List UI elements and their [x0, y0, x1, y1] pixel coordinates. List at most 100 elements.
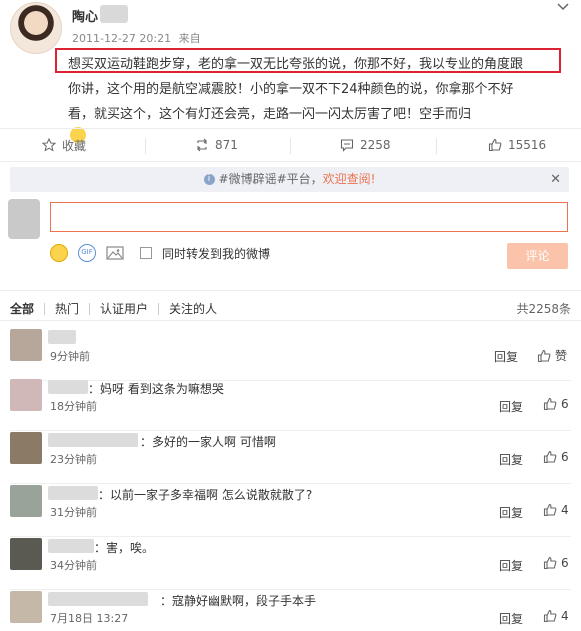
blurred-username [48, 433, 138, 447]
comment-like-count: 4 [561, 609, 569, 623]
commenter-avatar[interactable] [10, 432, 42, 464]
comment-text: ：害，唉。 [94, 541, 155, 555]
comment-text: ：妈呀 看到这条为嘛想哭 [88, 382, 224, 396]
blurred-username [48, 486, 98, 500]
thumbs-up-icon [543, 397, 557, 411]
comment-text: ：以前一家子多幸福啊 怎么说散就散了? [98, 488, 313, 502]
commenter-avatar[interactable] [10, 329, 42, 361]
gif-icon[interactable]: GIF [78, 244, 96, 262]
favorite-button[interactable]: 收藏 [42, 130, 86, 160]
star-icon [42, 138, 56, 152]
thumbs-up-icon [543, 450, 557, 464]
comment-time: 18分钟前 [50, 400, 97, 413]
comment-like-button[interactable]: 6 [543, 450, 569, 464]
tab-hot[interactable]: 热门 [45, 300, 89, 317]
divider [436, 138, 437, 154]
blurred-username [48, 330, 76, 344]
comment-like-button[interactable]: 6 [543, 397, 569, 411]
comment-like-count: 6 [561, 397, 569, 411]
reply-button[interactable]: 回复 [494, 348, 518, 365]
tab-following[interactable]: 关注的人 [159, 300, 227, 317]
divider [0, 161, 581, 162]
divider [290, 138, 291, 154]
author-avatar[interactable] [10, 2, 62, 54]
post-timestamp[interactable]: 2011-12-27 20:21 [72, 32, 171, 45]
comment-text: ：寇静好幽默啊，段子手本手 [160, 594, 317, 608]
comment-like-button[interactable]: 6 [543, 556, 569, 570]
divider [0, 290, 581, 291]
comment-like-button[interactable]: 4 [543, 609, 569, 623]
post-source-prefix: 来自 [178, 32, 201, 45]
reply-button[interactable]: 回复 [499, 451, 523, 468]
thumbs-up-icon [543, 503, 557, 517]
blurred-username [48, 539, 94, 553]
comment-like-button[interactable]: 赞 [537, 347, 567, 364]
thumbs-up-icon [543, 609, 557, 623]
post-meta: 2011-12-27 20:21 来自 [72, 30, 201, 46]
thumbs-up-icon [543, 556, 557, 570]
thumbs-up-icon [488, 138, 502, 152]
blurred-username [48, 380, 88, 394]
post-line: 看，就买这个，这个有灯还会亮，走路一闪一闪太厉害了吧！空手而归 [68, 107, 472, 122]
comment-like-count: 4 [561, 503, 569, 517]
repost-icon [197, 138, 207, 152]
author-name[interactable]: 陶心 [72, 6, 98, 25]
reply-button[interactable]: 回复 [499, 398, 523, 415]
comment-like-count: 6 [561, 556, 569, 570]
reply-button[interactable]: 回复 [499, 610, 523, 627]
repost-button[interactable]: 871 [195, 130, 238, 160]
comment-icon [340, 139, 354, 152]
comment-count: 2258 [360, 138, 391, 152]
comment-item: ：多好的一家人啊 可惜啊 23分钟前 回复 6 [0, 431, 581, 484]
comment-text: ：多好的一家人啊 可惜啊 [140, 435, 276, 449]
comment-like-count: 6 [561, 450, 569, 464]
weibo-post-card: 陶心 2011-12-27 20:21 来自 想买双运动鞋跑步穿，老的拿一双无比… [0, 0, 581, 631]
post-line: 你讲，这个用的是航空减震胶！小的拿一双不下24种颜色的说，你拿那个不好 [68, 82, 514, 97]
comment-filter-tabs: 全部 热门 认证用户 关注的人 [10, 300, 227, 317]
blurred-username [48, 592, 148, 606]
divider [145, 138, 146, 154]
my-avatar [8, 199, 40, 239]
blurred-badge [100, 5, 128, 23]
rumor-notice-bar: i #微博辟谣#平台，欢迎查阅! ✕ [10, 167, 569, 192]
repost-checkbox[interactable] [140, 247, 152, 259]
composer-tools: GIF 同时转发到我的微博 [50, 243, 270, 263]
thumbs-up-icon [537, 349, 551, 362]
reply-button[interactable]: 回复 [499, 557, 523, 574]
commenter-avatar[interactable] [10, 379, 42, 411]
post-line: 想买双运动鞋跑步穿，老的拿一双无比夸张的说，你那不好，我以专业的角度跟 [68, 57, 524, 72]
notice-tag: #微博辟谣#平台， [218, 172, 323, 186]
comment-item: ：寇静好幽默啊，段子手本手 7月18日 13:27 回复 4 [0, 590, 581, 631]
close-icon[interactable]: ✕ [550, 172, 561, 187]
comment-count-total: 共2258条 [516, 302, 571, 316]
like-button[interactable]: 15516 [488, 130, 546, 160]
commenter-avatar[interactable] [10, 591, 42, 623]
comment-time: 31分钟前 [50, 506, 97, 519]
reply-button[interactable]: 回复 [499, 504, 523, 521]
action-bar: 收藏 871 2258 15516 [0, 130, 581, 160]
divider [0, 320, 581, 321]
comment-item: 9分钟前 回复 赞 [0, 328, 581, 381]
comment-input[interactable] [50, 202, 568, 232]
notice-text: i #微博辟谣#平台，欢迎查阅! [10, 167, 569, 192]
chevron-down-icon[interactable] [557, 0, 569, 14]
image-icon[interactable] [106, 245, 124, 261]
tab-all[interactable]: 全部 [10, 300, 44, 317]
commenter-avatar[interactable] [10, 538, 42, 570]
like-count: 15516 [508, 138, 547, 152]
commenter-avatar[interactable] [10, 485, 42, 517]
comment-time: 9分钟前 [50, 350, 90, 363]
divider [0, 128, 581, 129]
submit-comment-button[interactable]: 评论 [507, 243, 568, 269]
comment-like-button[interactable]: 4 [543, 503, 569, 517]
smiley-icon[interactable] [50, 244, 68, 262]
info-icon: i [203, 174, 215, 185]
comment-like-count: 赞 [555, 349, 568, 363]
repost-count: 871 [215, 138, 238, 152]
tab-verified[interactable]: 认证用户 [90, 300, 158, 317]
favorite-label: 收藏 [62, 138, 87, 153]
comment-time: 34分钟前 [50, 559, 97, 572]
comment-button[interactable]: 2258 [340, 130, 391, 160]
comment-item: ：妈呀 看到这条为嘛想哭 18分钟前 回复 6 [0, 378, 581, 431]
notice-link[interactable]: 欢迎查阅! [323, 172, 376, 186]
